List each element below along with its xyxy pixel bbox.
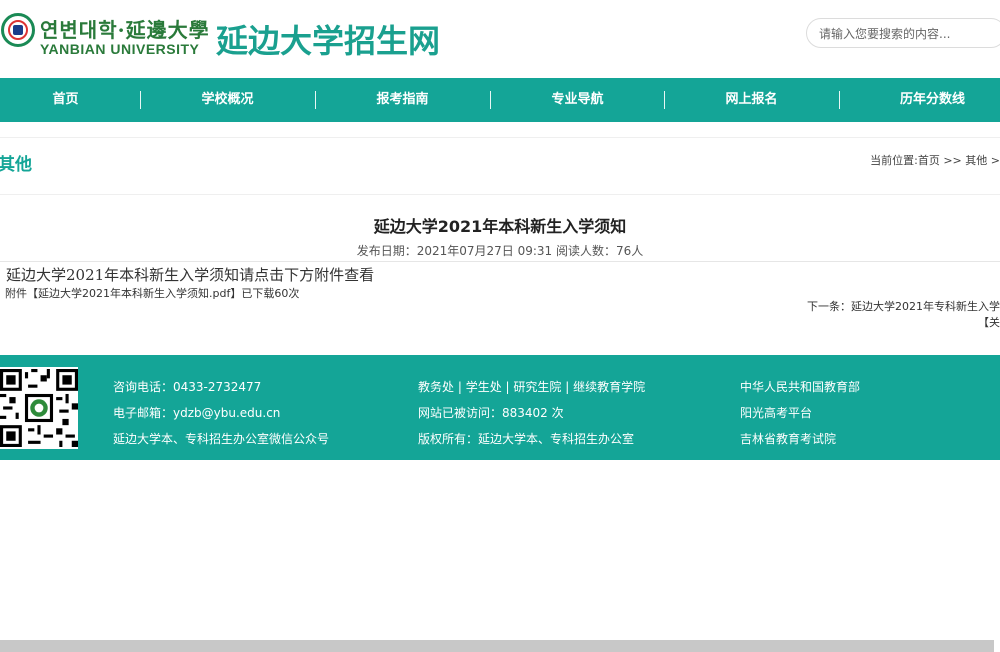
footer-phone: 咨询电话：0433-2732477 <box>113 380 262 394</box>
breadcrumb-current-link[interactable]: 其他 <box>965 154 987 167</box>
next-label: 下一条： <box>807 300 851 313</box>
attachment-line: 附件【延边大学2021年本科新生入学须知.pdf】已下载60次 <box>5 285 299 301</box>
logo-english-text[interactable]: YANBIAN UNIVERSITY <box>40 41 199 57</box>
university-emblem-icon[interactable] <box>1 13 35 47</box>
attachment-prefix: 附件【 <box>5 287 38 300</box>
footer-copyright: 版权所有：延边大学本、专科招生办公室 <box>418 432 635 446</box>
article-divider <box>0 261 1000 262</box>
section-header: 其他 当前位置:首页 >> 其他 > <box>0 137 1000 195</box>
logo-korean-text[interactable]: 연변대학·延邊大學 <box>40 14 210 43</box>
horizontal-scrollbar[interactable] <box>0 640 994 652</box>
breadcrumb-prefix: 当前位置: <box>870 154 918 167</box>
footer-link-continuing-education[interactable]: 继续教育学院 <box>573 380 645 394</box>
footer-link-jilin-exam-authority[interactable]: 吉林省教育考试院 <box>740 432 836 446</box>
search-box[interactable] <box>806 18 1000 49</box>
footer-link-academic-affairs[interactable]: 教务处 <box>418 380 454 394</box>
footer-link-graduate-school[interactable]: 研究生院 <box>513 380 561 394</box>
footer-wechat-label: 延边大学本、专科招生办公室微信公众号 <box>113 432 330 446</box>
next-article-link[interactable]: 延边大学2021年专科新生入学 <box>851 300 1000 313</box>
footer-email: 电子邮箱：ydzb@ybu.edu.cn <box>113 406 281 420</box>
attachment-suffix: 】已下载60次 <box>230 287 300 300</box>
footer-link-student-affairs[interactable]: 学生处 <box>466 380 502 394</box>
nav-item-major-guide[interactable]: 专业导航 <box>490 78 665 122</box>
article-body: 延边大学2021年本科新生入学须知请点击下方附件查看 <box>6 266 375 284</box>
nav-item-historical-scores[interactable]: 历年分数线 <box>845 78 1000 122</box>
breadcrumb-home-link[interactable]: 首页 <box>918 154 940 167</box>
breadcrumb: 当前位置:首页 >> 其他 > <box>870 152 1000 168</box>
site-title[interactable]: 延边大学招生网 <box>216 16 440 62</box>
nav-item-online-registration[interactable]: 网上报名 <box>664 78 839 122</box>
nav-item-school-overview[interactable]: 学校概况 <box>140 78 315 122</box>
next-article: 下一条：延边大学2021年专科新生入学 <box>807 298 1000 314</box>
attachment-link[interactable]: 延边大学2021年本科新生入学须知.pdf <box>38 287 230 300</box>
main-nav: 首页 学校概况 报考指南 专业导航 网上报名 历年分数线 <box>0 78 1000 122</box>
footer-link-separator: | <box>501 380 514 394</box>
nav-separator <box>839 91 840 109</box>
section-title: 其他 <box>0 155 32 175</box>
search-input[interactable] <box>817 19 1000 49</box>
site-header: 연변대학·延邊大學 YANBIAN UNIVERSITY 延边大学招生网 <box>0 0 1000 78</box>
site-footer: 咨询电话：0433-2732477 电子邮箱：ydzb@ybu.edu.cn 延… <box>0 355 1000 460</box>
footer-contact-column: 咨询电话：0433-2732477 电子邮箱：ydzb@ybu.edu.cn 延… <box>113 374 329 452</box>
footer-link-sunshine-gaokao[interactable]: 阳光高考平台 <box>740 406 812 420</box>
nav-item-application-guide[interactable]: 报考指南 <box>315 78 490 122</box>
footer-link-separator: | <box>561 380 574 394</box>
footer-link-separator: | <box>454 380 466 394</box>
article-title: 延边大学2021年本科新生入学须知 <box>373 217 627 236</box>
footer-link-ministry-of-education[interactable]: 中华人民共和国教育部 <box>740 380 860 394</box>
breadcrumb-separator: >> <box>939 154 966 167</box>
footer-visit-count: 网站已被访问：883402 次 <box>418 406 564 420</box>
footer-external-links-column: 中华人民共和国教育部 阳光高考平台 吉林省教育考试院 <box>740 374 860 452</box>
article-meta: 发布日期：2021年07月27日 09:31 阅读人数：76人 <box>356 244 644 258</box>
footer-dept-links: 教务处 | 学生处 | 研究生院 | 继续教育学院 <box>418 374 645 400</box>
qr-code-icon <box>0 367 78 449</box>
close-window-link[interactable]: 【关 <box>978 314 1000 330</box>
breadcrumb-separator: > <box>987 154 1000 167</box>
footer-links-column: 教务处 | 学生处 | 研究生院 | 继续教育学院 网站已被访问：883402 … <box>418 374 645 452</box>
nav-item-home[interactable]: 首页 <box>0 78 153 122</box>
